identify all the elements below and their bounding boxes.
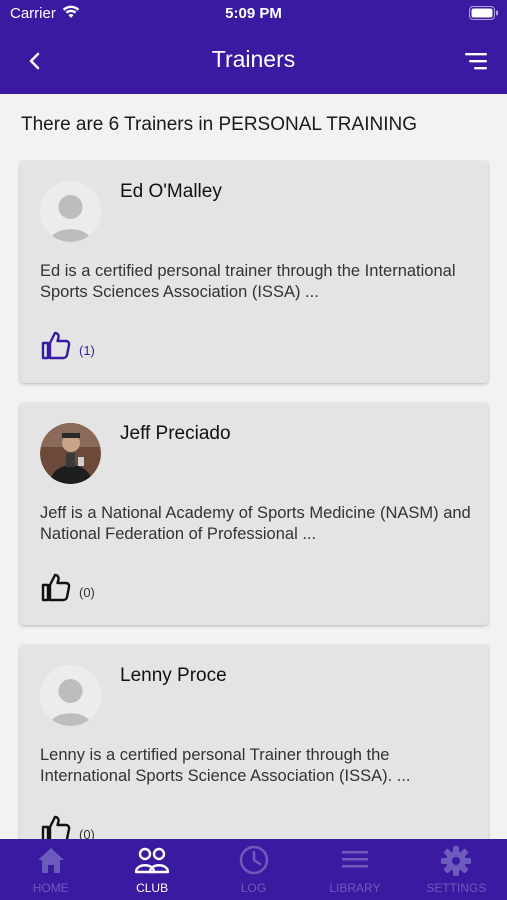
trainer-count-summary: There are 6 Trainers in PERSONAL TRAININ…: [21, 114, 417, 135]
user-icon: [40, 665, 101, 726]
sort-icon: [465, 53, 487, 70]
avatar-photo-image: [40, 423, 101, 484]
tab-label: LIBRARY: [329, 881, 381, 895]
avatar-photo: [40, 423, 101, 484]
thumbs-up-icon: [41, 331, 71, 360]
list-icon: [341, 851, 368, 868]
like-count: (0): [79, 827, 95, 839]
people-icon: [134, 847, 170, 874]
like-button[interactable]: [40, 571, 72, 603]
tab-home[interactable]: HOME: [0, 839, 101, 900]
status-time: 5:09 PM: [225, 5, 282, 22]
like-button[interactable]: [40, 329, 72, 361]
tab-bar: HOME CLUB LOG LIBRARY SETTINGS: [0, 839, 507, 900]
trainer-description: Jeff is a National Academy of Sports Med…: [40, 504, 471, 543]
trainer-card[interactable]: Jeff Preciado Jeff is a National Academy…: [20, 403, 488, 625]
tab-label: CLUB: [136, 881, 169, 895]
status-bar: Carrier 5:09 PM: [0, 0, 507, 28]
like-count: (0): [79, 585, 95, 600]
tab-label: LOG: [240, 881, 267, 895]
tab-club[interactable]: CLUB: [101, 839, 202, 900]
user-icon: [40, 181, 101, 242]
clock-icon: [239, 845, 268, 875]
avatar-placeholder: [40, 665, 101, 726]
avatar-placeholder: [40, 181, 101, 242]
tab-label: HOME: [32, 881, 69, 895]
like-count: (1): [79, 343, 95, 358]
header: Carrier 5:09 PM Trainers: [0, 0, 507, 94]
thumbs-up-icon: [41, 573, 71, 602]
home-icon: [37, 848, 64, 873]
trainer-name: Lenny Proce: [120, 665, 227, 686]
battery-icon: [469, 6, 498, 20]
tab-library[interactable]: LIBRARY: [304, 839, 405, 900]
page-title: Trainers: [211, 46, 296, 72]
trainer-card[interactable]: Ed O'Malley Ed is a certified personal t…: [20, 161, 488, 383]
trainer-list[interactable]: There are 6 Trainers in PERSONAL TRAININ…: [0, 94, 507, 839]
trainer-description: Ed is a certified personal trainer throu…: [40, 262, 456, 301]
like-button[interactable]: [40, 813, 72, 839]
tab-log[interactable]: LOG: [203, 839, 304, 900]
gear-icon: [441, 846, 472, 876]
tab-settings[interactable]: SETTINGS: [406, 839, 507, 900]
tab-label: SETTINGS: [426, 881, 487, 895]
trainer-name: Jeff Preciado: [120, 423, 231, 444]
thumbs-up-icon: [41, 815, 71, 839]
trainer-description: Lenny is a certified personal Trainer th…: [40, 746, 411, 785]
trainer-name: Ed O'Malley: [120, 181, 222, 202]
sort-button[interactable]: [463, 50, 489, 72]
trainer-card[interactable]: Lenny Proce Lenny is a certified persona…: [20, 645, 488, 839]
